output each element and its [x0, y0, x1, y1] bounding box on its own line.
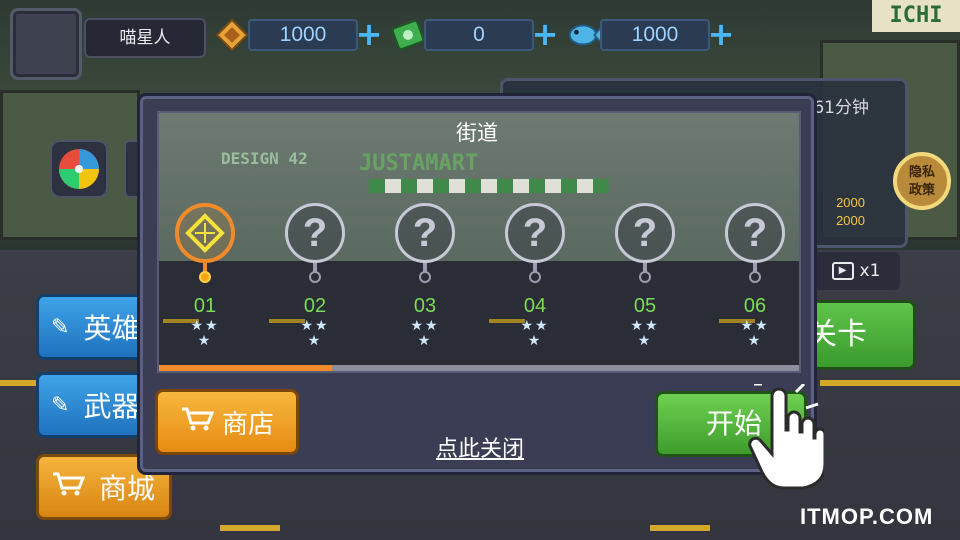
shop-button[interactable]: 商店 [155, 389, 299, 455]
tutorial-hand-icon [748, 384, 824, 490]
add-fish-button[interactable]: + [706, 18, 736, 50]
speed-label: x1 [859, 261, 881, 281]
cash-amount: 0 [424, 19, 534, 51]
reward-value: 2000 [836, 213, 865, 228]
awning [369, 179, 609, 193]
level-stars: ★★ ★ [740, 318, 770, 349]
stage-title: 街道 [456, 121, 498, 145]
marker-pin [639, 271, 651, 283]
gold-amount: 1000 [248, 19, 358, 51]
gem-coin-icon [214, 16, 250, 54]
level-node-02[interactable]: ? 02 ★★ ★ [285, 203, 345, 349]
lucky-wheel-button[interactable] [50, 140, 108, 198]
heroes-label: 英雄 [83, 312, 140, 345]
timer-text: 61分钟 [813, 98, 869, 118]
marker-pin [529, 271, 541, 283]
locked-level-marker: ? [395, 203, 455, 263]
store-sign: DESIGN 42 [221, 149, 308, 168]
level-node-04[interactable]: ? 04 ★★ ★ [505, 203, 565, 349]
locked-level-marker: ? [615, 203, 675, 263]
level-stars: ★★ ★ [190, 318, 220, 349]
watermark: ITMOP.COM [800, 504, 934, 529]
level-stars: ★★ ★ [520, 318, 550, 349]
add-gold-button[interactable]: + [354, 18, 384, 50]
level-number: 03 [413, 295, 437, 317]
scroll-progress-fill [159, 365, 332, 371]
level-number: 06 [743, 295, 767, 317]
locked-level-marker: ? [505, 203, 565, 263]
crosshair-icon [185, 213, 225, 253]
locked-level-marker: ? [285, 203, 345, 263]
level-number: 05 [633, 295, 657, 317]
shop-label: 商店 [221, 409, 274, 440]
privacy-policy-button[interactable]: 隐私政策 [893, 152, 951, 210]
level-number: 02 [303, 295, 327, 317]
player-avatar[interactable] [10, 8, 82, 80]
level-node-01[interactable]: 01 ★★ ★ [175, 203, 235, 349]
marker-pin [309, 271, 321, 283]
cash-icon [390, 16, 426, 54]
player-name: 喵星人 [84, 18, 206, 58]
level-node-06[interactable]: ? 06 ★★ ★ [725, 203, 785, 349]
marker-pin [419, 271, 431, 283]
cart-icon [180, 406, 215, 439]
road [159, 261, 799, 371]
level-number: 01 [193, 295, 217, 317]
close-dialog-link[interactable]: 点此关闭 [417, 431, 543, 463]
bandage-icon: ✎ [51, 314, 70, 340]
weapons-label: 武器 [83, 390, 140, 423]
locked-level-marker: ? [725, 203, 785, 263]
level-node-05[interactable]: ? 05 ★★ ★ [615, 203, 675, 349]
bandage-icon: ✎ [51, 392, 70, 418]
store-sign: ICHI [872, 0, 960, 32]
marker-pin [749, 271, 761, 283]
mall-label: 商城 [99, 472, 156, 505]
speed-toggle[interactable]: ▶ x1 [812, 252, 900, 290]
level-number: 04 [523, 295, 547, 317]
marker-pin [199, 271, 211, 283]
level-stars: ★★ ★ [410, 318, 440, 349]
road-line [650, 525, 710, 531]
wheel-icon [59, 149, 99, 189]
level-select-dialog: 街道 DESIGN 42 JUSTAMART 01 ★★ ★ ? 02 ★★ ★… [140, 96, 814, 472]
road-line [820, 380, 960, 386]
store-sign: JUSTAMART [359, 151, 479, 176]
level-scrollbar[interactable] [159, 365, 799, 371]
fish-icon [566, 16, 602, 54]
add-cash-button[interactable]: + [530, 18, 560, 50]
level-stars: ★★ ★ [300, 318, 330, 349]
level-strip[interactable]: DESIGN 42 JUSTAMART 01 ★★ ★ ? 02 ★★ ★ ? … [157, 111, 801, 373]
level-stars: ★★ ★ [630, 318, 660, 349]
play-icon: ▶ [831, 262, 854, 280]
level-node-03[interactable]: ? 03 ★★ ★ [395, 203, 455, 349]
road-line [220, 525, 280, 531]
cart-icon [51, 471, 86, 504]
fish-amount: 1000 [600, 19, 710, 51]
privacy-label: 隐私政策 [908, 165, 935, 198]
reward-value: 2000 [836, 195, 865, 210]
